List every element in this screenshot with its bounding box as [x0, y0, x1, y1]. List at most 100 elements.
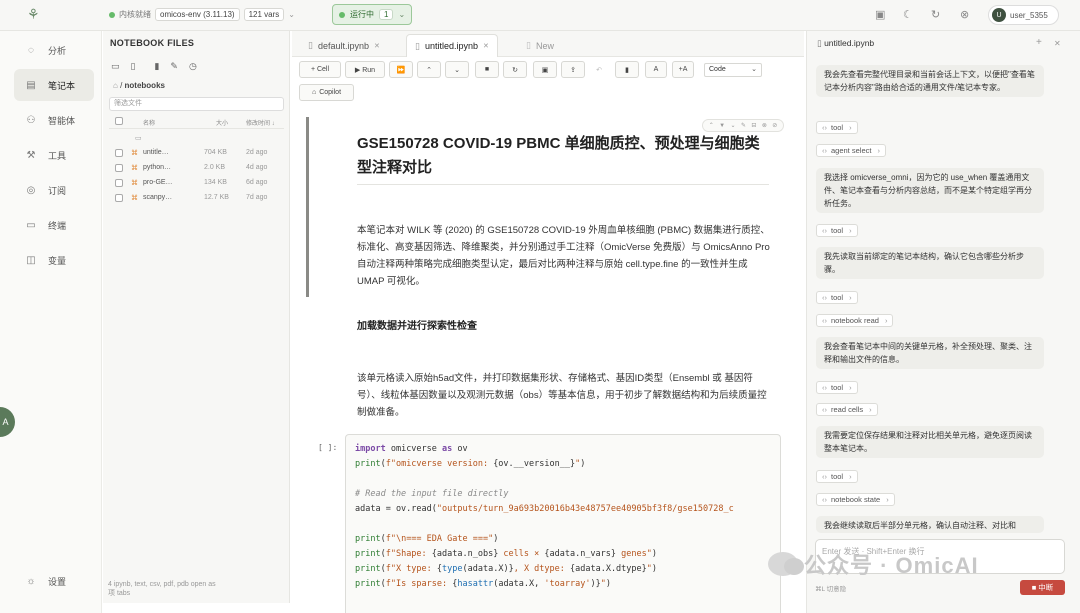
tab-new[interactable]: ▯ New — [518, 34, 562, 57]
tab-label: New — [535, 40, 554, 51]
cell-action-icon[interactable]: ⊟ — [751, 122, 756, 129]
theme-moon-icon[interactable]: ☾ — [903, 8, 913, 21]
cell-action-icon[interactable]: ▼ — [719, 123, 725, 129]
tab-untitled-ipynb[interactable]: ▯ untitled.ipynb ✕ — [406, 34, 498, 57]
col-name[interactable]: 名称 — [143, 118, 155, 127]
run-button[interactable]: ▶ Run — [345, 61, 385, 78]
tool-call-pill[interactable]: ‹› tool › — [816, 291, 858, 304]
undo-icon[interactable]: ↶ — [589, 61, 609, 78]
notebook-toolbar: + Cell ▶ Run ⏩ ⌃ ⌄ ■ ↻ ▣ ⇪ ↶ ▮ A +A Code… — [292, 57, 804, 108]
new-file-icon[interactable]: ▯ — [131, 61, 136, 72]
run-all-icon[interactable]: ⏩ — [389, 61, 413, 78]
breadcrumb: ⌂ / notebooks — [113, 81, 165, 90]
nav-item-notebook[interactable]: ▤ 笔记本 — [14, 69, 94, 101]
new-folder-icon[interactable]: ▭ — [111, 61, 120, 72]
title-divider — [357, 184, 769, 185]
parent-folder-row[interactable]: ▭ — [109, 132, 284, 146]
nav-item-label: 笔记本 — [48, 80, 76, 91]
tool-call-pill[interactable]: ‹› read cells › — [816, 403, 878, 416]
layout-toggle-icon[interactable]: ▣ — [875, 8, 885, 21]
copilot-button[interactable]: ⌂ Copilot — [299, 84, 354, 101]
code-comment: # Read the input file directly — [355, 489, 509, 499]
select-all-checkbox[interactable] — [115, 117, 123, 125]
app-logo-icon[interactable]: ⚘ — [27, 6, 40, 23]
move-down-icon[interactable]: ⌄ — [445, 61, 469, 78]
env-chip[interactable]: omicos-env (3.11.13) — [155, 8, 240, 21]
variable-icon: ◫ — [26, 254, 36, 266]
col-size[interactable]: 大小 — [216, 118, 228, 127]
font-increase-icon[interactable]: +A — [672, 61, 694, 78]
tool-call-pill[interactable]: ‹› tool › — [816, 381, 858, 394]
cell-action-icon[interactable]: ⌄ — [731, 122, 736, 129]
save-icon[interactable]: ▣ — [533, 61, 557, 78]
nav-item-analysis[interactable]: ◌ 分析 — [14, 34, 94, 66]
breadcrumb-folder[interactable]: notebooks — [125, 81, 165, 90]
cell-action-icon[interactable]: ⌃ — [709, 122, 714, 129]
run-status-button[interactable]: 运行中 1 ⌄ — [332, 4, 413, 25]
nav-item-agent[interactable]: ⚇ 智能体 — [14, 104, 94, 136]
nav-item-tools[interactable]: ⚒ 工具 — [14, 139, 94, 171]
row-checkbox[interactable] — [115, 179, 123, 187]
close-icon[interactable]: ✕ — [483, 42, 489, 50]
delete-icon[interactable]: ▮ — [154, 61, 159, 72]
chat-input[interactable]: Enter 发送 · Shift+Enter 换行 — [815, 539, 1065, 574]
file-row[interactable]: ⌘ untitle… 704 KB 2d ago — [109, 147, 284, 161]
nav-item-settings[interactable]: ☼ 设置 — [14, 565, 94, 597]
home-icon[interactable]: ⌂ — [113, 81, 118, 90]
tool-call-pill[interactable]: ‹› tool › — [816, 121, 858, 134]
avatar: U — [992, 8, 1006, 22]
file-row[interactable]: ⌘ pro-GE… 134 KB 6d ago — [109, 177, 284, 191]
files-footer-line: 4 ipynb, text, csv, pdf, pdb open as — [108, 581, 216, 588]
cell-action-icon[interactable]: ⊘ — [772, 122, 777, 129]
refresh-icon[interactable]: ◷ — [189, 61, 197, 72]
move-up-icon[interactable]: ⌃ — [417, 61, 441, 78]
delete-icon[interactable]: ▮ — [615, 61, 639, 78]
file-name: scanpy… — [143, 194, 173, 201]
rename-icon[interactable]: ✎ — [170, 61, 178, 72]
file-row[interactable]: ⌘ python… 2.0 KB 4d ago — [109, 162, 284, 176]
code-icon: ‹› — [822, 472, 827, 481]
close-circle-icon[interactable]: ⊗ — [960, 8, 969, 21]
row-checkbox[interactable] — [115, 149, 123, 157]
nav-item-label: 智能体 — [48, 115, 76, 126]
tab-default-ipynb[interactable]: ▯ default.ipynb ✕ — [300, 34, 388, 57]
nav-item-variables[interactable]: ◫ 变量 — [14, 244, 94, 276]
row-checkbox[interactable] — [115, 164, 123, 172]
code-icon: ‹› — [822, 123, 827, 132]
add-icon[interactable]: + — [1036, 37, 1042, 48]
font-decrease-icon[interactable]: A — [645, 61, 667, 78]
user-menu[interactable]: U user_5355 — [988, 5, 1059, 25]
notebook-tab-bar: ▯ default.ipynb ✕ ▯ untitled.ipynb ✕ ▯ N… — [292, 31, 804, 57]
cell-action-icon[interactable]: ⊗ — [762, 122, 767, 129]
cell-type-select[interactable]: Code ⌄ — [704, 63, 762, 77]
filter-input[interactable]: 筛选文件 — [109, 97, 284, 111]
cell-action-icon[interactable]: ✎ — [741, 122, 746, 129]
vars-chip[interactable]: 121 vars — [243, 8, 285, 21]
refresh-icon[interactable]: ↻ — [931, 8, 940, 21]
notebook-file-icon: ⌘ — [131, 165, 138, 172]
kernel-status-dot — [109, 11, 115, 18]
export-icon[interactable]: ⇪ — [561, 61, 585, 78]
chevron-right-icon: › — [849, 123, 852, 132]
chevron-down-icon[interactable]: ⌄ — [288, 10, 295, 19]
tool-call-pill[interactable]: ‹› tool › — [816, 470, 858, 483]
code-cell[interactable]: import omicverse as ov print(f"omicverse… — [345, 434, 781, 613]
code-line: import omicverse as ov — [355, 444, 468, 454]
interrupt-button[interactable]: ■ 中断 — [1020, 580, 1065, 595]
file-row[interactable]: ⌘ scanpy… 12.7 KB 7d ago — [109, 192, 284, 206]
close-icon[interactable]: ✕ — [1054, 39, 1061, 48]
nav-item-subscribe[interactable]: ◎ 订阅 — [14, 174, 94, 206]
tool-call-pill[interactable]: ‹› agent select › — [816, 144, 886, 157]
col-modified[interactable]: 修改时间 ↓ — [246, 118, 275, 127]
tool-call-pill[interactable]: ‹› notebook read › — [816, 314, 894, 327]
stop-icon[interactable]: ■ — [475, 61, 499, 78]
nav-item-terminal[interactable]: ▭ 终端 — [14, 209, 94, 241]
code-icon: ‹› — [822, 293, 827, 302]
restart-icon[interactable]: ↻ — [503, 61, 527, 78]
tool-call-pill[interactable]: ‹› tool › — [816, 224, 858, 237]
close-icon[interactable]: ✕ — [374, 42, 380, 50]
cell-action-bar: ⌃ ▼ ⌄ ✎ ⊟ ⊗ ⊘ — [702, 119, 784, 132]
tool-call-pill[interactable]: ‹› notebook state › — [816, 493, 895, 506]
add-cell-button[interactable]: + Cell — [299, 61, 341, 78]
row-checkbox[interactable] — [115, 194, 123, 202]
